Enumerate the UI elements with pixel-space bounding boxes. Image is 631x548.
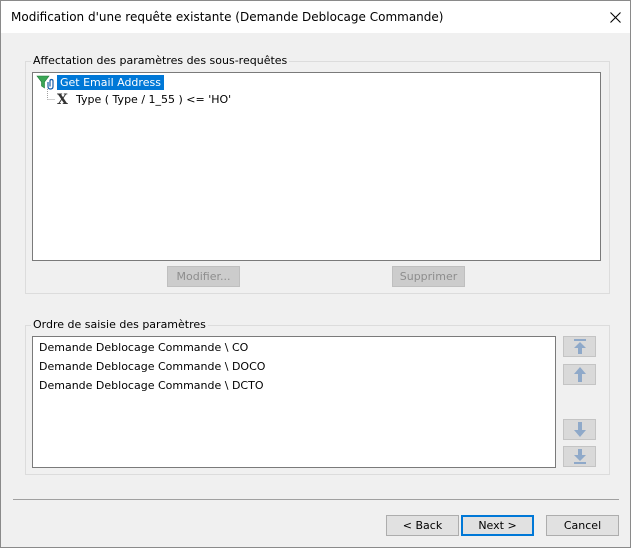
param-order-group: Ordre de saisie des paramètres Demande D…: [25, 318, 610, 475]
move-down-button[interactable]: [563, 419, 596, 440]
back-button[interactable]: < Back: [386, 515, 459, 536]
modify-button-label: Modifier...: [176, 270, 231, 283]
dialog-window: Modification d'une requête existante (De…: [0, 0, 631, 548]
list-item-label: Demande Deblocage Commande \ CO: [39, 341, 249, 354]
list-item[interactable]: Demande Deblocage Commande \ CO: [39, 339, 248, 357]
next-button[interactable]: Next >: [461, 515, 534, 536]
arrow-down-icon: [573, 422, 586, 437]
back-button-label: < Back: [402, 519, 443, 532]
delete-button[interactable]: Supprimer: [392, 266, 465, 287]
close-button[interactable]: [600, 1, 630, 33]
tree-node-root[interactable]: Get Email Address: [36, 74, 164, 90]
tree-node-root-label: Get Email Address: [57, 74, 164, 90]
window-title: Modification d'une requête existante (De…: [11, 10, 444, 24]
move-bottom-button[interactable]: [563, 446, 596, 467]
list-item[interactable]: Demande Deblocage Commande \ DCTO: [39, 377, 264, 395]
cancel-button-label: Cancel: [563, 519, 602, 532]
param-order-list[interactable]: Demande Deblocage Commande \ CO Demande …: [32, 336, 556, 468]
list-item-label: Demande Deblocage Commande \ DOCO: [39, 360, 266, 373]
move-up-button[interactable]: [563, 364, 596, 385]
subqueries-tree[interactable]: Get Email Address X Type ( Type / 1_55 )…: [32, 72, 601, 261]
x-variable-icon: X: [57, 92, 68, 106]
svg-text:X: X: [57, 92, 68, 106]
list-item[interactable]: Demande Deblocage Commande \ DOCO: [39, 358, 265, 376]
footer-separator: [13, 499, 619, 500]
arrow-up-icon: [573, 367, 586, 382]
next-button-label: Next >: [478, 519, 517, 532]
move-top-button[interactable]: [563, 336, 596, 357]
arrow-to-bottom-icon: [573, 449, 586, 464]
param-order-group-label: Ordre de saisie des paramètres: [31, 318, 208, 331]
cancel-button[interactable]: Cancel: [546, 515, 619, 536]
subqueries-group-label: Affectation des paramètres des sous-requ…: [31, 54, 290, 67]
list-item-label: Demande Deblocage Commande \ DCTO: [39, 379, 264, 392]
close-icon: [609, 11, 621, 23]
tree-node-child[interactable]: X Type ( Type / 1_55 ) <= 'HO': [56, 91, 231, 107]
modify-button[interactable]: Modifier...: [167, 266, 240, 287]
subqueries-group: Affectation des paramètres des sous-requ…: [25, 54, 610, 294]
arrow-to-top-icon: [573, 339, 586, 354]
tree-node-child-label: Type ( Type / 1_55 ) <= 'HO': [76, 92, 232, 106]
subquery-filter-icon: [36, 75, 54, 90]
delete-button-label: Supprimer: [399, 270, 458, 283]
title-bar: Modification d'une requête existante (De…: [1, 1, 630, 33]
